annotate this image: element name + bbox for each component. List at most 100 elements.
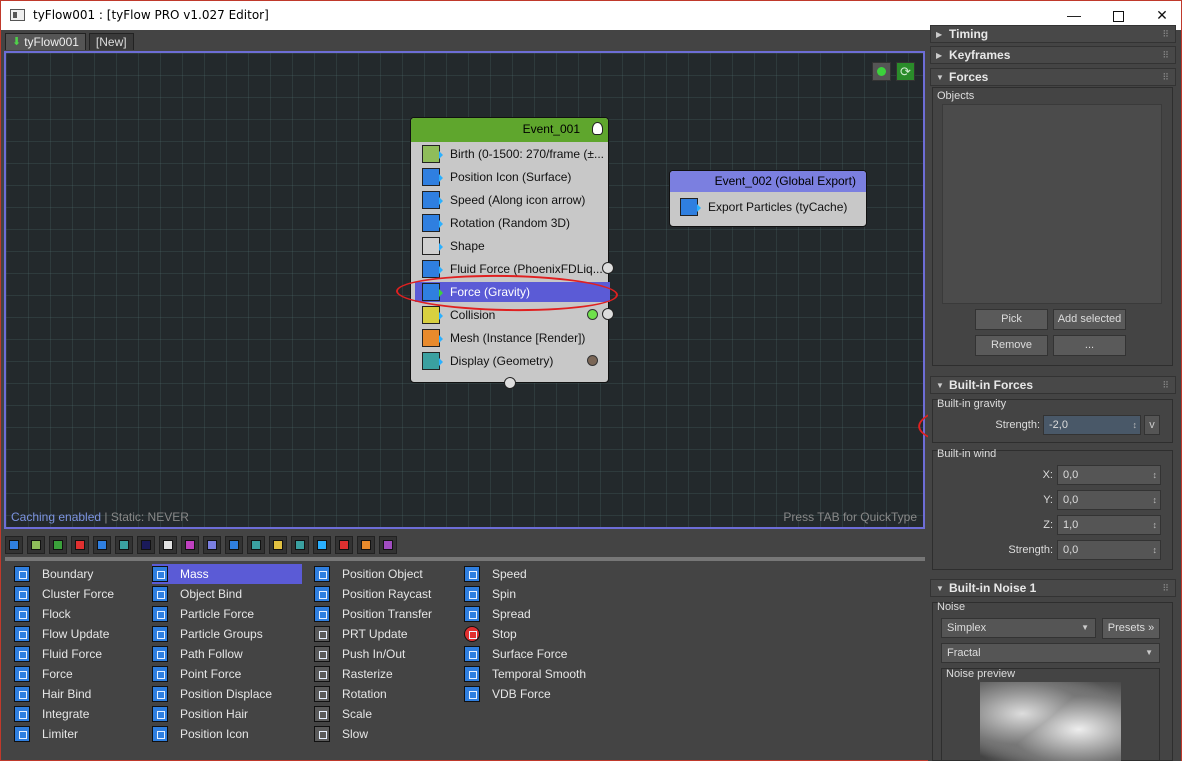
operator-display[interactable]: Display (Geometry) xyxy=(422,351,607,371)
fractal-dropdown[interactable]: Fractal ▼ xyxy=(941,643,1160,663)
export-particles-icon xyxy=(680,198,701,216)
category-button-14[interactable] xyxy=(291,536,309,554)
caching-status-link[interactable]: Caching enabled xyxy=(11,510,101,524)
tab-tyflow001[interactable]: ⬇ tyFlow001 xyxy=(5,33,86,50)
lightbulb-icon[interactable] xyxy=(592,122,603,135)
add-selected-button[interactable]: Add selected xyxy=(1053,309,1126,330)
category-button-3[interactable] xyxy=(49,536,67,554)
operator-mesh[interactable]: Mesh (Instance [Render]) xyxy=(422,328,607,348)
wind-y-spinner[interactable]: 0,0 xyxy=(1057,490,1161,510)
operator-item-particle-force[interactable]: Particle Force xyxy=(152,604,302,624)
operator-item-scale[interactable]: Scale xyxy=(314,704,464,724)
objects-list[interactable] xyxy=(942,104,1162,304)
operator-item-position-raycast[interactable]: Position Raycast xyxy=(314,584,464,604)
gravity-strength-spinner[interactable]: -2,0 xyxy=(1043,415,1141,435)
category-button-6[interactable] xyxy=(115,536,133,554)
noise-type-dropdown[interactable]: Simplex ▼ xyxy=(941,618,1096,638)
operator-item-prt-update[interactable]: PRT Update xyxy=(314,624,464,644)
event-input-socket[interactable] xyxy=(504,377,516,389)
operator-item-position-displace[interactable]: Position Displace xyxy=(152,684,302,704)
tab-new[interactable]: [New] xyxy=(88,33,134,50)
category-button-16[interactable] xyxy=(335,536,353,554)
category-button-5[interactable] xyxy=(93,536,111,554)
operator-item-point-force[interactable]: Point Force xyxy=(152,664,302,684)
category-button-11[interactable] xyxy=(225,536,243,554)
operator-item-position-icon[interactable]: Position Icon xyxy=(152,724,302,744)
presets-button[interactable]: Presets » xyxy=(1102,618,1160,639)
operator-shape[interactable]: Shape xyxy=(422,236,607,256)
operator-item-label: Fluid Force xyxy=(42,647,103,661)
operator-item-mass[interactable]: Mass xyxy=(152,564,302,584)
operator-speed[interactable]: Speed (Along icon arrow) xyxy=(422,190,607,210)
operator-item-path-follow[interactable]: Path Follow xyxy=(152,644,302,664)
category-button-13[interactable] xyxy=(269,536,287,554)
category-button-17[interactable] xyxy=(357,536,375,554)
operator-item-stop[interactable]: Stop xyxy=(464,624,614,644)
category-button-12[interactable] xyxy=(247,536,265,554)
rollout-builtin-forces[interactable]: ▼ Built-in Forces ⠿ xyxy=(930,376,1176,394)
operator-item-position-hair[interactable]: Position Hair xyxy=(152,704,302,724)
category-button-15[interactable] xyxy=(313,536,331,554)
collision-output-socket[interactable] xyxy=(602,308,614,320)
operator-item-speed[interactable]: Speed xyxy=(464,564,614,584)
operator-item-slow[interactable]: Slow xyxy=(314,724,464,744)
wind-z-spinner[interactable]: 1,0 xyxy=(1057,515,1161,535)
gravity-vector-button[interactable]: v xyxy=(1144,415,1160,435)
display-color-swatch[interactable] xyxy=(587,355,598,366)
enable-toggle-button[interactable] xyxy=(872,62,891,81)
operator-item-push-in-out[interactable]: Push In/Out xyxy=(314,644,464,664)
operator-item-vdb-force[interactable]: VDB Force xyxy=(464,684,614,704)
operator-item-flock[interactable]: Flock xyxy=(14,604,154,624)
operator-item-particle-groups[interactable]: Particle Groups xyxy=(152,624,302,644)
speed-icon xyxy=(464,566,480,582)
operator-item-fluid-force[interactable]: Fluid Force xyxy=(14,644,154,664)
rollout-builtin-noise[interactable]: ▼ Built-in Noise 1 ⠿ xyxy=(930,579,1176,597)
fluid-force-output-socket[interactable] xyxy=(602,262,614,274)
category-button-18[interactable] xyxy=(379,536,397,554)
operator-item-position-object[interactable]: Position Object xyxy=(314,564,464,584)
operator-birth[interactable]: Birth (0-1500: 270/frame (±... xyxy=(422,144,607,164)
operator-item-surface-force[interactable]: Surface Force xyxy=(464,644,614,664)
operator-item-flow-update[interactable]: Flow Update xyxy=(14,624,154,644)
operator-item-object-bind[interactable]: Object Bind xyxy=(152,584,302,604)
operator-item-position-transfer[interactable]: Position Transfer xyxy=(314,604,464,624)
category-button-2[interactable] xyxy=(27,536,45,554)
refresh-button[interactable]: ⟳ xyxy=(896,62,915,81)
remove-button[interactable]: Remove xyxy=(975,335,1048,356)
operator-item-cluster-force[interactable]: Cluster Force xyxy=(14,584,154,604)
event-node-002[interactable]: Event_002 (Global Export) Export Particl… xyxy=(669,170,867,227)
category-button-9[interactable] xyxy=(181,536,199,554)
operator-position-icon[interactable]: Position Icon (Surface) xyxy=(422,167,607,187)
cluster-force-icon xyxy=(14,586,30,602)
operator-item-rotation[interactable]: Rotation xyxy=(314,684,464,704)
grip-icon: ⠿ xyxy=(1162,50,1169,60)
wind-strength-spinner[interactable]: 0,0 xyxy=(1057,540,1161,560)
pick-button[interactable]: Pick xyxy=(975,309,1048,330)
operator-item-limiter[interactable]: Limiter xyxy=(14,724,154,744)
operator-item-hair-bind[interactable]: Hair Bind xyxy=(14,684,154,704)
panel-splitter[interactable] xyxy=(5,557,925,561)
operator-rotation[interactable]: Rotation (Random 3D) xyxy=(422,213,607,233)
rollout-keyframes[interactable]: ▶ Keyframes ⠿ xyxy=(930,46,1176,64)
event-node-001[interactable]: Event_001 Birth (0-1500: 270/frame (±...… xyxy=(410,117,614,389)
rollout-timing[interactable]: ▶ Timing ⠿ xyxy=(930,25,1176,43)
operator-export-particles[interactable]: Export Particles (tyCache) xyxy=(680,197,865,217)
mesh-icon xyxy=(422,329,443,347)
operator-item-temporal-smooth[interactable]: Temporal Smooth xyxy=(464,664,614,684)
operator-item-rasterize[interactable]: Rasterize xyxy=(314,664,464,684)
noise-preview-image xyxy=(980,682,1121,761)
more-options-button[interactable]: ... xyxy=(1053,335,1126,356)
category-button-1[interactable] xyxy=(5,536,23,554)
category-button-8[interactable] xyxy=(159,536,177,554)
operator-item-integrate[interactable]: Integrate xyxy=(14,704,154,724)
rollout-forces[interactable]: ▼ Forces ⠿ xyxy=(930,68,1176,86)
operator-item-force[interactable]: Force xyxy=(14,664,154,684)
category-button-7[interactable] xyxy=(137,536,155,554)
operator-item-spin[interactable]: Spin xyxy=(464,584,614,604)
fluid-force-icon xyxy=(422,260,443,278)
category-button-4[interactable] xyxy=(71,536,89,554)
wind-x-spinner[interactable]: 0,0 xyxy=(1057,465,1161,485)
operator-item-spread[interactable]: Spread xyxy=(464,604,614,624)
category-button-10[interactable] xyxy=(203,536,221,554)
operator-item-boundary[interactable]: Boundary xyxy=(14,564,154,584)
